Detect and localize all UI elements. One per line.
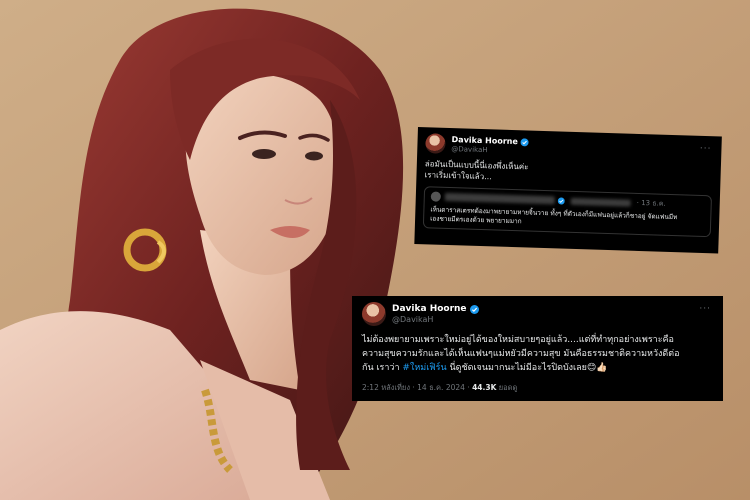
- tweet-timestamp[interactable]: 2:12 หลังเที่ยง · 14 ธ.ค. 2024 ·: [362, 383, 472, 392]
- more-options-icon[interactable]: ···: [700, 144, 712, 154]
- view-count: 44.3K: [472, 382, 497, 392]
- tweet-text: ล่อมันเป็นแบบนี้นี่เองพึ่งเห็นค่ะ เราเริ…: [424, 159, 529, 182]
- tweet-card-2: Davika Hoorne @DavikaH ··· ไม่ต้องพยายาม…: [352, 296, 723, 401]
- verified-badge-icon: [557, 197, 565, 205]
- verified-badge-icon: [469, 304, 479, 314]
- views-label: ยอดดู: [496, 382, 518, 392]
- display-name[interactable]: Davika Hoorne: [392, 304, 479, 314]
- tweet-header: Davika Hoorne @DavikaH ···: [362, 302, 713, 326]
- user-handle[interactable]: @DavikaH: [392, 315, 479, 324]
- hashtag-link[interactable]: #ใหม่เฟิร์น: [402, 363, 446, 373]
- blurred-handle: [570, 197, 631, 207]
- tweet-card-1: Davika Hoorne @DavikaH ··· ล่อมันเป็นแบบ…: [414, 127, 722, 254]
- quoted-tweet[interactable]: · 13 ธ.ค. เห็นดาราสเตรทต้องมาพยายามหายจิ…: [422, 185, 713, 238]
- tweet-text: ไม่ต้องพยายามเพราะใหม่อยู่ได้ของใหม่สบาย…: [362, 335, 680, 373]
- avatar[interactable]: [362, 302, 386, 326]
- quoted-avatar: [430, 191, 441, 202]
- tweet-meta: 2:12 หลังเที่ยง · 14 ธ.ค. 2024 · 44.3K ย…: [362, 382, 713, 394]
- more-options-icon[interactable]: ···: [699, 304, 711, 314]
- verified-badge-icon: [520, 138, 529, 147]
- avatar[interactable]: [425, 133, 446, 154]
- blurred-name: [444, 192, 555, 205]
- tweet-header: Davika Hoorne @DavikaH ···: [425, 133, 713, 162]
- quoted-date: · 13 ธ.ค.: [636, 198, 666, 208]
